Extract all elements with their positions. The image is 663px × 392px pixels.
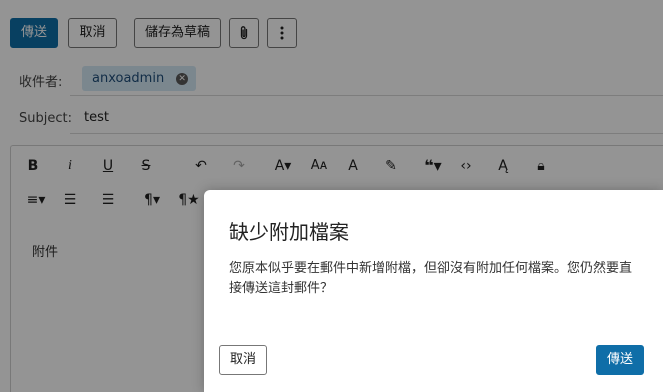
dialog-send-button[interactable]: 傳送: [596, 345, 644, 375]
dialog-message: 您原本似乎要在郵件中新增附檔，但卻沒有附加任何檔案。您仍然要直接傳送這封郵件？: [229, 261, 633, 296]
dialog-cancel-button[interactable]: 取消: [219, 345, 267, 375]
compose-page: 傳送 取消 儲存為草稿 收件者: anxoadmin ✕ Subject: te…: [0, 0, 663, 392]
missing-attachment-dialog: 缺少附加檔案 您原本似乎要在郵件中新增附檔，但卻沒有附加任何檔案。您仍然要直接傳…: [204, 190, 663, 392]
dialog-title: 缺少附加檔案: [229, 220, 349, 244]
